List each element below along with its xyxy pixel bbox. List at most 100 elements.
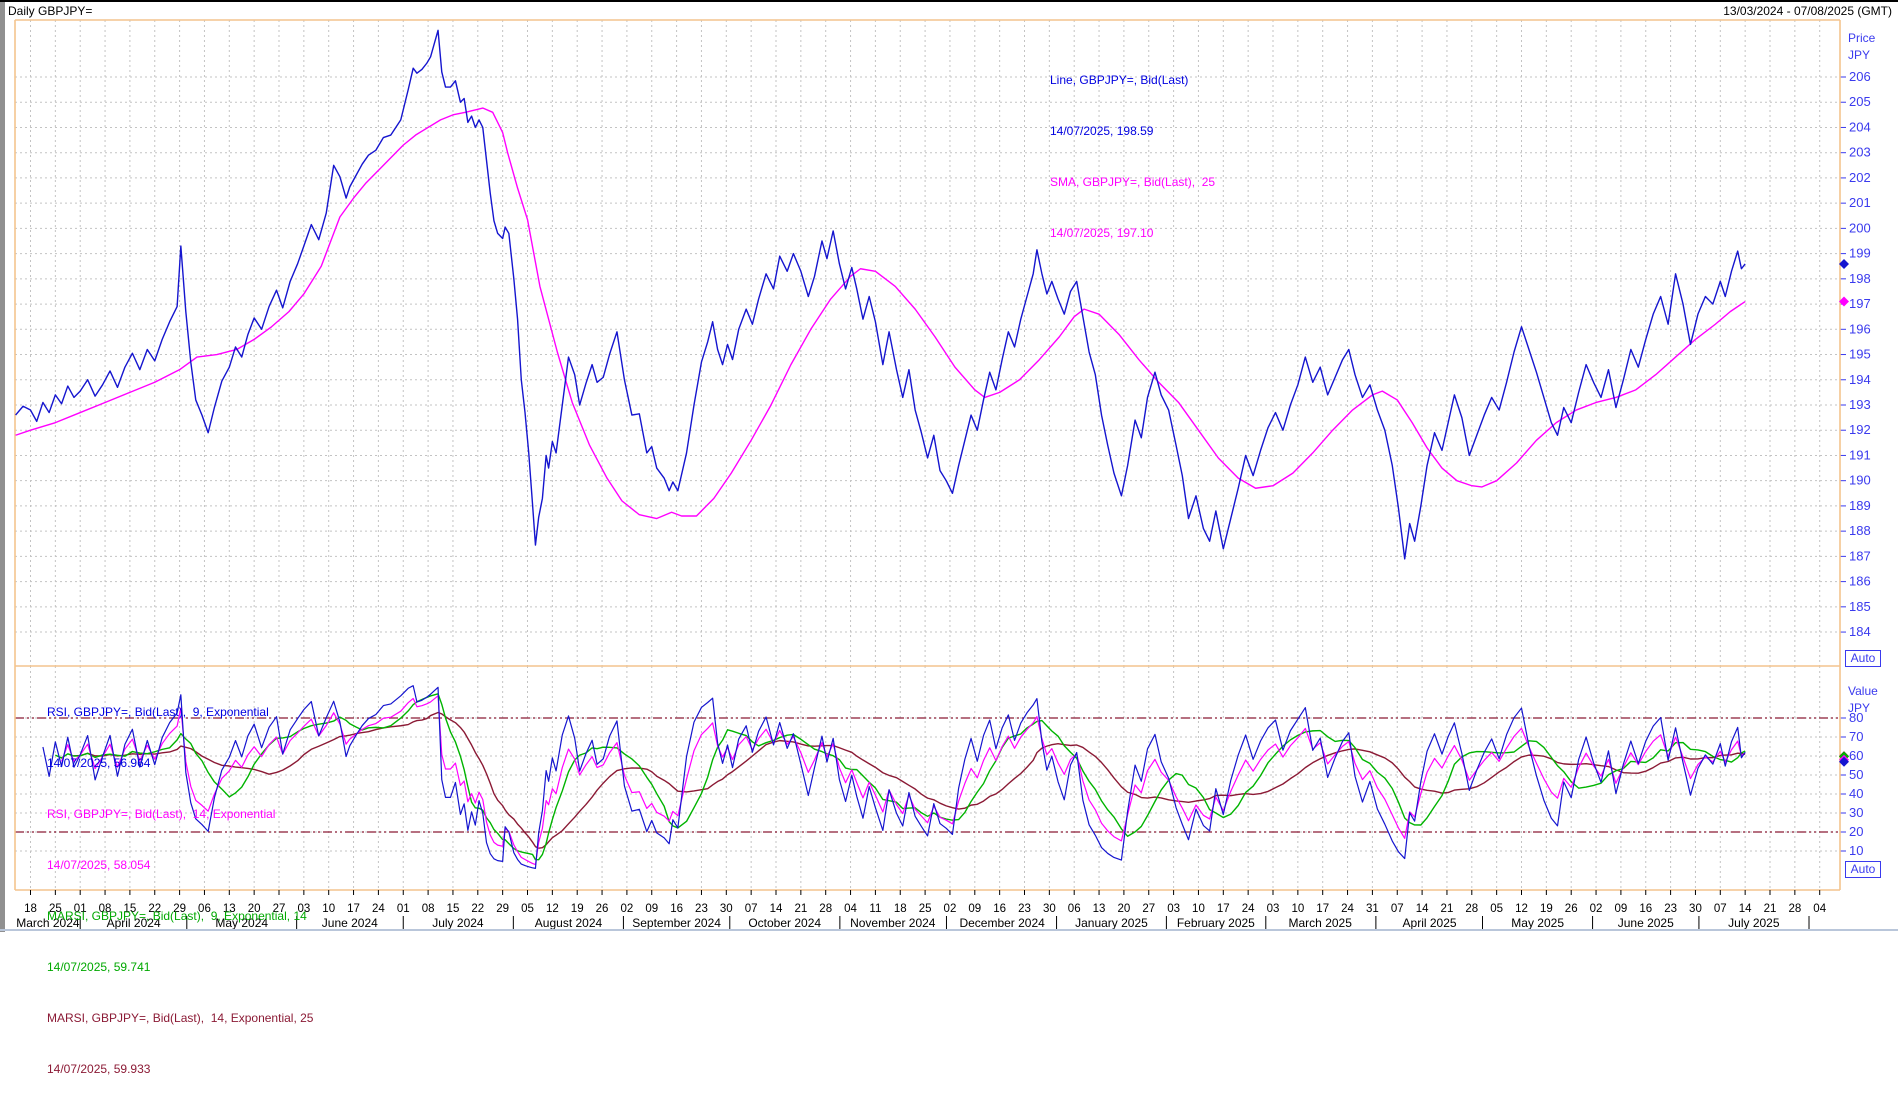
price-axis-label[interactable]: 198 [1849,271,1871,286]
value-axis-label[interactable]: 70 [1849,729,1863,744]
price-axis-label[interactable]: 191 [1849,447,1871,462]
price-axis-currency: JPY [1848,48,1870,62]
x-axis-day-label[interactable]: 10 [322,903,335,915]
x-axis-day-label[interactable]: 02 [944,903,957,915]
price-axis-label[interactable]: 189 [1849,498,1871,513]
x-axis-day-label[interactable]: 16 [670,903,683,915]
price-axis-label[interactable]: 196 [1849,321,1871,336]
price-axis-label[interactable]: 188 [1849,523,1871,538]
x-axis-day-label[interactable]: 23 [1664,903,1677,915]
x-axis-day-label[interactable]: 03 [1167,903,1180,915]
x-axis-day-label[interactable]: 21 [794,903,807,915]
x-axis-day-label[interactable]: 23 [695,903,708,915]
rsi-auto-scale-button[interactable]: Auto [1845,861,1881,878]
x-axis-day-label[interactable]: 02 [1590,903,1603,915]
x-axis-day-label[interactable]: 19 [1540,903,1553,915]
x-axis-day-label[interactable]: 10 [1291,903,1304,915]
x-axis-day-label[interactable]: 24 [1242,903,1255,915]
price-axis-label[interactable]: 190 [1849,473,1871,488]
x-axis-day-label[interactable]: 17 [347,903,360,915]
x-axis-day-label[interactable]: 12 [1515,903,1528,915]
x-axis-day-label[interactable]: 04 [844,903,857,915]
x-axis-day-label[interactable]: 24 [372,903,385,915]
x-axis-day-label[interactable]: 26 [596,903,609,915]
price-axis-label[interactable]: 202 [1849,170,1871,185]
price-axis-label[interactable]: 185 [1849,599,1871,614]
x-axis-day-label[interactable]: 28 [819,903,832,915]
x-axis-day-label[interactable]: 18 [894,903,907,915]
x-axis-day-label[interactable]: 26 [1565,903,1578,915]
x-axis-day-label[interactable]: 08 [422,903,435,915]
x-axis-day-label[interactable]: 10 [1192,903,1205,915]
x-axis-day-label[interactable]: 05 [521,903,534,915]
price-axis-label[interactable]: 187 [1849,548,1871,563]
x-axis-day-label[interactable]: 11 [869,903,881,915]
x-axis-day-label[interactable]: 14 [1416,903,1429,915]
x-axis-day-label[interactable]: 01 [397,903,410,915]
x-axis-day-label[interactable]: 17 [1217,903,1230,915]
x-axis-day-label[interactable]: 14 [1739,903,1752,915]
x-axis-day-label[interactable]: 12 [546,903,559,915]
price-axis-label[interactable]: 206 [1849,69,1871,84]
sma-line[interactable] [16,108,1746,518]
price-axis-label[interactable]: 204 [1849,119,1871,134]
value-axis-label[interactable]: 40 [1849,786,1863,801]
x-axis-day-label[interactable]: 30 [1689,903,1702,915]
price-axis-label[interactable]: 195 [1849,347,1871,362]
x-axis-day-label[interactable]: 15 [447,903,460,915]
price-axis-label[interactable]: 201 [1849,195,1871,210]
value-axis-label[interactable]: 60 [1849,748,1863,763]
x-axis-day-label[interactable]: 30 [720,903,733,915]
x-axis-day-label[interactable]: 28 [1465,903,1478,915]
price-axis-label[interactable]: 192 [1849,422,1871,437]
x-axis-day-label[interactable]: 09 [1615,903,1628,915]
x-axis-day-label[interactable]: 02 [621,903,634,915]
x-axis-day-label[interactable]: 28 [1788,903,1801,915]
rsi14-line[interactable] [62,696,1746,865]
x-axis-day-label[interactable]: 13 [1093,903,1106,915]
price-line[interactable] [16,30,1746,559]
price-axis-label[interactable]: 193 [1849,397,1871,412]
price-axis-label[interactable]: 200 [1849,220,1871,235]
x-axis-day-label[interactable]: 18 [24,903,37,915]
x-axis-day-label[interactable]: 04 [1813,903,1826,915]
x-axis-day-label[interactable]: 30 [1043,903,1056,915]
x-axis-day-label[interactable]: 05 [1490,903,1503,915]
x-axis-day-label[interactable]: 07 [1714,903,1727,915]
x-axis-day-label[interactable]: 22 [471,903,484,915]
x-axis-day-label[interactable]: 14 [770,903,783,915]
x-axis-day-label[interactable]: 25 [919,903,932,915]
x-axis-day-label[interactable]: 20 [1118,903,1131,915]
x-axis-day-label[interactable]: 31 [1366,903,1379,915]
x-axis-day-label[interactable]: 21 [1441,903,1454,915]
x-axis-day-label[interactable]: 06 [1068,903,1081,915]
value-axis-label[interactable]: 10 [1849,843,1863,858]
price-axis-label[interactable]: 194 [1849,372,1871,387]
x-axis-day-label[interactable]: 17 [1316,903,1329,915]
x-axis-day-label[interactable]: 03 [1267,903,1280,915]
x-axis-day-label[interactable]: 09 [645,903,658,915]
price-auto-scale-button[interactable]: Auto [1845,650,1881,667]
price-axis-label[interactable]: 199 [1849,246,1871,261]
x-axis-day-label[interactable]: 16 [1639,903,1652,915]
value-axis-label[interactable]: 20 [1849,824,1863,839]
price-axis-label[interactable]: 203 [1849,145,1871,160]
price-axis-label[interactable]: 205 [1849,94,1871,109]
x-axis-day-label[interactable]: 16 [993,903,1006,915]
x-axis-day-label[interactable]: 07 [1391,903,1404,915]
x-axis-day-label[interactable]: 19 [571,903,584,915]
x-axis-day-label[interactable]: 24 [1341,903,1354,915]
month-label: March 2025 [1289,916,1353,930]
x-axis-day-label[interactable]: 21 [1764,903,1777,915]
x-axis-day-label[interactable]: 27 [1142,903,1155,915]
x-axis-day-label[interactable]: 07 [745,903,758,915]
price-axis-label[interactable]: 186 [1849,574,1871,589]
x-axis-day-label[interactable]: 09 [968,903,981,915]
value-axis-label[interactable]: 50 [1849,767,1863,782]
value-axis-label[interactable]: 30 [1849,805,1863,820]
x-axis-day-label[interactable]: 29 [496,903,509,915]
price-axis-label[interactable]: 197 [1849,296,1871,311]
price-axis-label[interactable]: 184 [1849,624,1871,639]
marsi14-line[interactable] [74,712,1745,848]
x-axis-day-label[interactable]: 23 [1018,903,1031,915]
